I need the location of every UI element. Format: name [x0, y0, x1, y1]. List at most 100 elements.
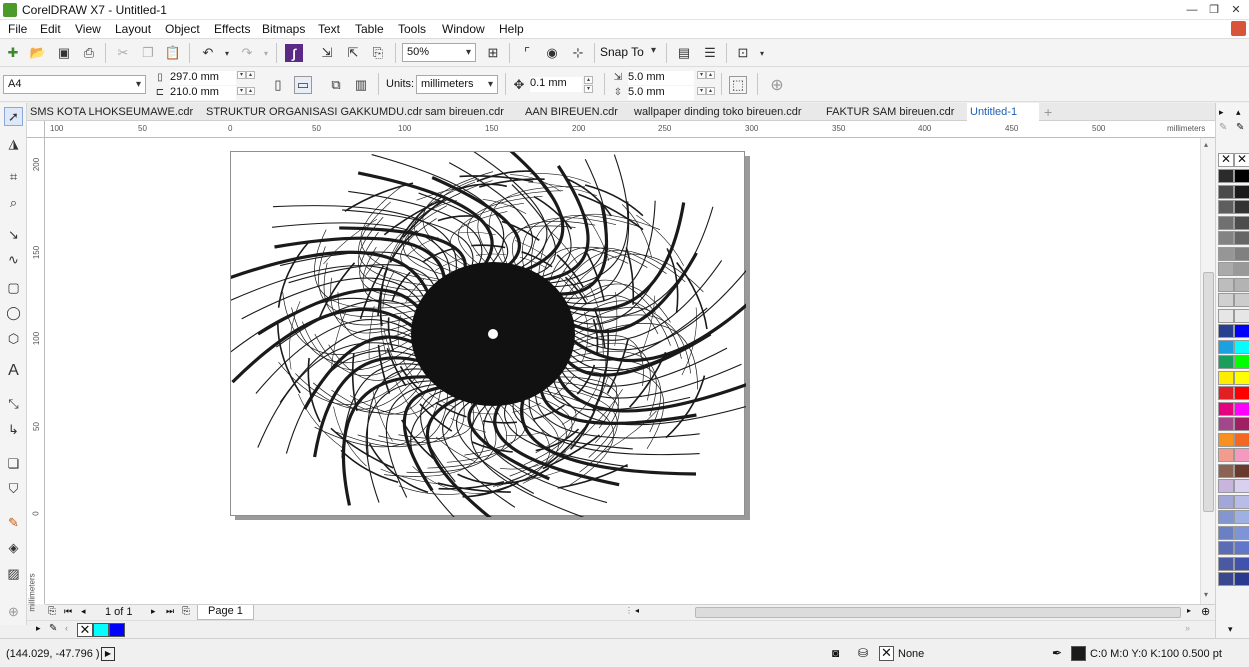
color-swatch[interactable] [1234, 463, 1249, 478]
palette-eyedropper-right-icon[interactable]: ✎ [1236, 122, 1244, 133]
landscape-icon[interactable]: ▭ [294, 76, 312, 94]
vertical-ruler[interactable]: 200 150 100 50 0 millimeters [27, 138, 45, 612]
first-page-icon[interactable]: ⏮ [64, 606, 72, 617]
color-swatch[interactable] [1218, 572, 1234, 586]
color-swatch[interactable] [1218, 510, 1234, 524]
color-swatch[interactable] [1234, 355, 1249, 369]
color-swatch[interactable] [1218, 494, 1234, 509]
options-icon[interactable]: ☰ [701, 44, 719, 62]
menu-table[interactable]: Table [355, 22, 384, 36]
paste-icon[interactable]: 📋 [164, 44, 182, 62]
palette-scroll-up-icon[interactable]: ▴ [1236, 107, 1241, 118]
navigator-zoom-icon[interactable]: ⊕ [1201, 605, 1210, 618]
menu-bitmaps[interactable]: Bitmaps [262, 22, 305, 36]
show-grid-icon[interactable]: ◉ [543, 44, 561, 62]
palette-eyedropper-icon[interactable]: ✎ [49, 623, 57, 634]
color-swatch[interactable] [1234, 293, 1249, 307]
color-swatch[interactable] [1234, 432, 1249, 447]
color-swatch[interactable] [1218, 324, 1234, 338]
tab-aan-bireuen[interactable]: AAN BIREUEN.cdr [522, 103, 621, 121]
color-swatch[interactable] [1234, 169, 1249, 183]
nudge-spin-down[interactable]: ▾ [584, 85, 593, 93]
width-spin-up[interactable]: ▴ [246, 71, 255, 79]
show-rulers-icon[interactable]: ⌜ [518, 44, 536, 62]
nudge-distance-field[interactable]: 0.1 mm [530, 77, 582, 92]
menu-edit[interactable]: Edit [40, 22, 61, 36]
color-swatch[interactable] [1218, 448, 1234, 462]
palette-flyout-icon[interactable]: ▸ [1219, 107, 1224, 118]
menu-text[interactable]: Text [318, 22, 340, 36]
redo-dropdown-icon[interactable]: ▾ [257, 44, 275, 62]
save-icon[interactable]: ▣ [55, 44, 73, 62]
minimize-button[interactable]: — [1183, 2, 1201, 18]
copy-icon[interactable]: ❐ [139, 44, 157, 62]
fill-none-swatch[interactable]: ✕ [879, 646, 894, 661]
dup-y-spin-up[interactable]: ▴ [706, 87, 715, 95]
doc-swatch-none[interactable]: ✕ [77, 623, 93, 637]
new-document-icon[interactable]: ✚ [4, 44, 22, 62]
menu-effects[interactable]: Effects [214, 22, 250, 36]
pick-tool-icon[interactable]: ➚ [4, 107, 23, 126]
undo-icon[interactable]: ↶ [199, 44, 217, 62]
connector-tool-icon[interactable]: ↳ [4, 420, 23, 439]
no-fill-swatch[interactable]: ✕ [1218, 153, 1234, 167]
drop-shadow-tool-icon[interactable]: ❏ [4, 454, 23, 473]
transparency-tool-icon[interactable]: ⛉ [4, 479, 23, 498]
color-swatch[interactable] [1234, 231, 1249, 245]
color-swatch[interactable] [1234, 417, 1249, 431]
previous-page-icon[interactable]: ◂ [81, 606, 86, 617]
palette-eyedropper-left-icon[interactable]: ✎ [1219, 122, 1227, 133]
status-arrow-icon[interactable]: ▶ [101, 647, 115, 661]
color-swatch[interactable] [1234, 479, 1249, 493]
artistic-media-tool-icon[interactable]: ∿ [4, 250, 23, 269]
menu-layout[interactable]: Layout [115, 22, 151, 36]
horizontal-scroll-thumb[interactable] [695, 607, 1181, 618]
launcher-dropdown-icon[interactable]: ▾ [753, 44, 771, 62]
tab-sam-bireuen[interactable]: sam bireuen.cdr [422, 103, 507, 121]
tab-wallpaper-dinding-toko-bireuen[interactable]: wallpaper dinding toko bireuen.cdr [631, 103, 805, 121]
outline-color-swatch[interactable] [1071, 646, 1086, 661]
print-icon[interactable]: ⎙ [80, 44, 98, 62]
color-swatch[interactable] [1218, 432, 1234, 447]
color-swatch[interactable] [1234, 556, 1249, 571]
color-swatch[interactable] [1234, 215, 1249, 230]
color-swatch[interactable] [1234, 510, 1249, 524]
color-swatch[interactable] [1218, 215, 1234, 230]
menu-tools[interactable]: Tools [398, 22, 426, 36]
color-swatch[interactable] [1218, 370, 1234, 385]
duplicate-distance-y-field[interactable]: 5.0 mm [628, 86, 694, 100]
color-swatch[interactable] [1234, 324, 1249, 338]
height-spin-down[interactable]: ▾ [237, 87, 246, 95]
vertical-scrollbar[interactable]: ▴ ▾ [1200, 138, 1215, 604]
nudge-spin-up[interactable]: ▴ [584, 76, 593, 84]
palette-scroll-down-icon[interactable]: ▾ [1228, 624, 1233, 635]
menu-file[interactable]: File [8, 22, 27, 36]
interactive-fill-tool-icon[interactable]: ◈ [4, 538, 23, 557]
vertical-scroll-thumb[interactable] [1203, 272, 1214, 512]
color-swatch[interactable] [1218, 262, 1234, 276]
width-spin-down[interactable]: ▾ [237, 71, 246, 79]
zoom-tool-icon[interactable]: ⌕ [4, 193, 23, 212]
open-icon[interactable]: 📂 [29, 44, 47, 62]
color-swatch[interactable] [1234, 494, 1249, 509]
smart-fill-tool-icon[interactable]: ▨ [4, 564, 23, 583]
cut-icon[interactable]: ✂ [114, 44, 132, 62]
menu-view[interactable]: View [75, 22, 101, 36]
color-swatch[interactable] [1234, 262, 1249, 276]
page-height-field[interactable]: 210.0 mm [170, 86, 236, 100]
color-swatch[interactable] [1234, 184, 1249, 199]
color-swatch[interactable] [1234, 525, 1249, 540]
color-swatch[interactable] [1234, 200, 1249, 214]
color-swatch[interactable] [1234, 246, 1249, 261]
menu-help[interactable]: Help [499, 22, 524, 36]
tab-untitled-1[interactable]: Untitled-1 [967, 103, 1039, 121]
redo-icon[interactable]: ↷ [238, 44, 256, 62]
color-swatch[interactable] [1218, 169, 1234, 183]
text-tool-icon[interactable]: A [4, 361, 23, 380]
quick-customize-icon[interactable]: ⊕ [4, 602, 23, 621]
snap-to-dropdown[interactable]: Snap To [600, 45, 660, 61]
rectangle-tool-icon[interactable]: ▢ [4, 278, 23, 297]
close-button[interactable]: ✕ [1227, 2, 1245, 18]
doc-swatch-blue[interactable] [109, 623, 125, 637]
portrait-icon[interactable]: ▯ [269, 76, 287, 94]
